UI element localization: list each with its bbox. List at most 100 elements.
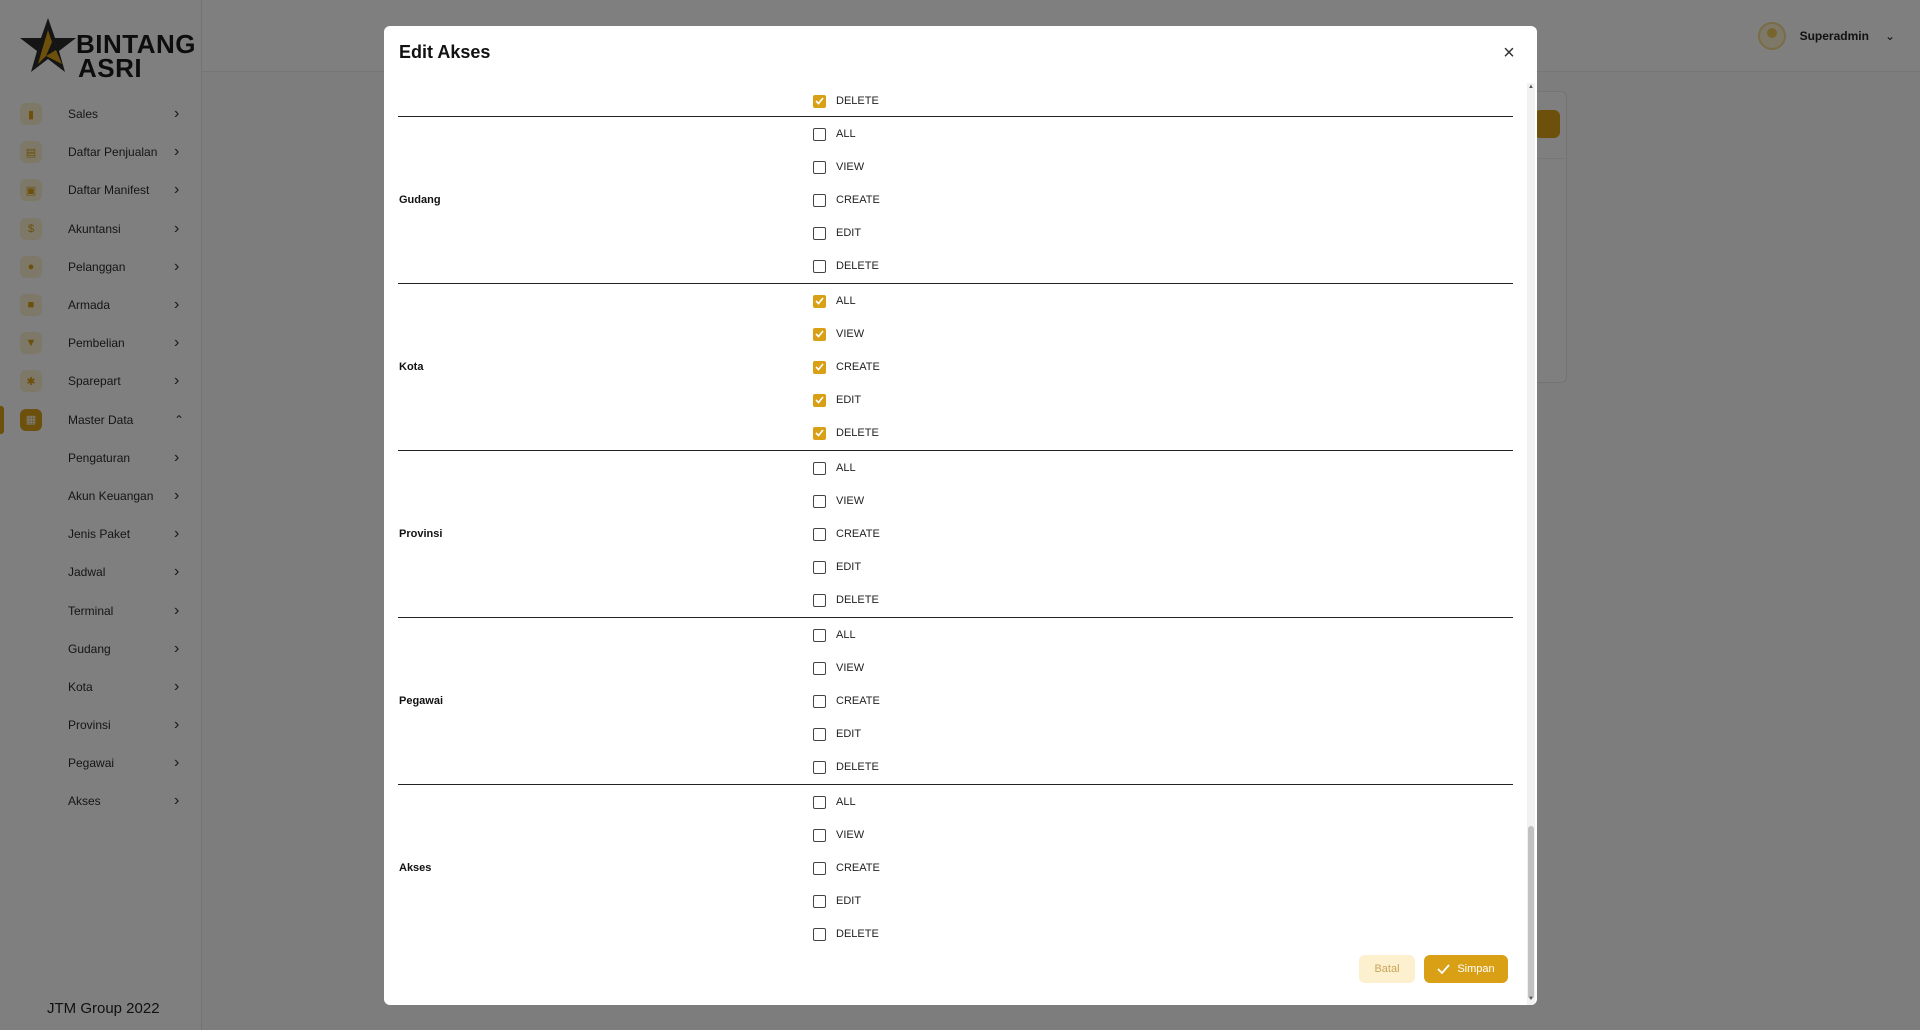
checkbox-checked-icon[interactable] xyxy=(813,393,826,407)
scrollbar-thumb[interactable] xyxy=(1528,826,1534,999)
permission-all-checkbox[interactable]: ALL xyxy=(813,460,856,476)
permission-delete-checkbox[interactable]: DELETE xyxy=(813,425,879,441)
permission-label: CREATE xyxy=(836,528,880,540)
permission-label: ALL xyxy=(836,128,856,140)
permission-label: DELETE xyxy=(836,594,879,606)
permission-label: EDIT xyxy=(836,728,862,740)
permission-group: Kota ALL VIEW CREATE EDIT DELETE xyxy=(398,284,1513,451)
permission-label: DELETE xyxy=(836,260,879,272)
permission-group: DELETE xyxy=(398,83,1513,117)
permission-label: DELETE xyxy=(836,95,879,107)
permission-label: ALL xyxy=(836,796,856,808)
checkbox-unchecked-icon[interactable] xyxy=(813,628,826,642)
permission-label: DELETE xyxy=(836,928,879,940)
checkbox-unchecked-icon[interactable] xyxy=(813,193,826,207)
edit-akses-modal: Edit Akses × DELETE Gudang ALL VIEW CREATE ED… xyxy=(384,26,1537,1005)
permission-view-checkbox[interactable]: VIEW xyxy=(813,660,864,676)
permission-group: Gudang ALL VIEW CREATE EDIT DELETE xyxy=(398,117,1513,284)
permission-group: Pegawai ALL VIEW CREATE EDIT DELETE xyxy=(398,618,1513,785)
scroll-down-icon[interactable]: ▼ xyxy=(1528,996,1534,1002)
permission-create-checkbox[interactable]: CREATE xyxy=(813,359,880,375)
checkbox-unchecked-icon[interactable] xyxy=(813,226,826,240)
checkbox-unchecked-icon[interactable] xyxy=(813,494,826,508)
permission-list: DELETE Gudang ALL VIEW CREATE EDIT DELETE Kota A… xyxy=(398,83,1513,978)
permission-delete-checkbox[interactable]: DELETE xyxy=(813,258,879,274)
permission-edit-checkbox[interactable]: EDIT xyxy=(813,726,861,742)
permission-label: CREATE xyxy=(836,695,880,707)
permission-label: EDIT xyxy=(836,227,862,239)
checkbox-unchecked-icon[interactable] xyxy=(813,527,826,541)
checkbox-unchecked-icon[interactable] xyxy=(813,927,826,941)
permission-view-checkbox[interactable]: VIEW xyxy=(813,493,864,509)
checkbox-checked-icon[interactable] xyxy=(813,327,826,341)
permission-all-checkbox[interactable]: ALL xyxy=(813,126,856,142)
permission-view-checkbox[interactable]: VIEW xyxy=(813,326,864,342)
permission-edit-checkbox[interactable]: EDIT xyxy=(813,225,861,241)
checkbox-checked-icon[interactable] xyxy=(813,360,826,374)
permission-delete-checkbox[interactable]: DELETE xyxy=(813,759,879,775)
permission-label: VIEW xyxy=(836,829,865,841)
permission-create-checkbox[interactable]: CREATE xyxy=(813,192,880,208)
permission-group-name: Akses xyxy=(399,861,432,874)
permission-label: DELETE xyxy=(836,427,879,439)
permission-create-checkbox[interactable]: CREATE xyxy=(813,526,880,542)
permission-create-checkbox[interactable]: CREATE xyxy=(813,860,880,876)
permission-group: Provinsi ALL VIEW CREATE EDIT DELETE xyxy=(398,451,1513,618)
checkbox-unchecked-icon[interactable] xyxy=(813,661,826,675)
check-icon xyxy=(1437,964,1451,974)
checkbox-unchecked-icon[interactable] xyxy=(813,259,826,273)
permission-group-name: Kota xyxy=(399,360,424,373)
checkbox-unchecked-icon[interactable] xyxy=(813,727,826,741)
checkbox-unchecked-icon[interactable] xyxy=(813,760,826,774)
permission-delete-checkbox[interactable]: DELETE xyxy=(813,926,879,942)
modal-title: Edit Akses xyxy=(399,42,491,62)
checkbox-unchecked-icon[interactable] xyxy=(813,861,826,875)
permission-all-checkbox[interactable]: ALL xyxy=(813,794,856,810)
checkbox-unchecked-icon[interactable] xyxy=(813,461,826,475)
permission-label: VIEW xyxy=(836,161,865,173)
permission-group-name: Gudang xyxy=(399,193,441,206)
permission-label: ALL xyxy=(836,629,856,641)
permission-delete-checkbox[interactable]: DELETE xyxy=(813,592,879,608)
checkbox-unchecked-icon[interactable] xyxy=(813,795,826,809)
permission-label: VIEW xyxy=(836,662,865,674)
permission-label: EDIT xyxy=(836,394,862,406)
checkbox-unchecked-icon[interactable] xyxy=(813,160,826,174)
checkbox-unchecked-icon[interactable] xyxy=(813,560,826,574)
permission-group: Akses ALL VIEW CREATE EDIT DELETE xyxy=(398,785,1513,952)
permission-label: EDIT xyxy=(836,561,862,573)
checkbox-checked-icon[interactable] xyxy=(813,294,826,308)
checkbox-unchecked-icon[interactable] xyxy=(813,694,826,708)
permission-label: EDIT xyxy=(836,895,862,907)
permission-edit-checkbox[interactable]: EDIT xyxy=(813,559,861,575)
permission-label: CREATE xyxy=(836,361,880,373)
permission-delete-checkbox[interactable]: DELETE xyxy=(813,93,879,109)
permission-view-checkbox[interactable]: VIEW xyxy=(813,827,864,843)
permission-edit-checkbox[interactable]: EDIT xyxy=(813,392,861,408)
permission-group-name: Provinsi xyxy=(399,527,443,540)
permission-edit-checkbox[interactable]: EDIT xyxy=(813,893,861,909)
permission-label: VIEW xyxy=(836,495,865,507)
checkbox-unchecked-icon[interactable] xyxy=(813,127,826,141)
permission-create-checkbox[interactable]: CREATE xyxy=(813,693,880,709)
permission-label: ALL xyxy=(836,295,856,307)
permission-label: ALL xyxy=(836,462,856,474)
permission-label: CREATE xyxy=(836,194,880,206)
save-button-label: Simpan xyxy=(1457,963,1495,975)
checkbox-checked-icon[interactable] xyxy=(813,94,826,108)
permission-label: VIEW xyxy=(836,328,865,340)
permission-all-checkbox[interactable]: ALL xyxy=(813,627,856,643)
checkbox-unchecked-icon[interactable] xyxy=(813,593,826,607)
cancel-button[interactable]: Batal xyxy=(1359,955,1415,983)
permission-label: CREATE xyxy=(836,862,880,874)
permission-label: DELETE xyxy=(836,761,879,773)
permission-view-checkbox[interactable]: VIEW xyxy=(813,159,864,175)
checkbox-unchecked-icon[interactable] xyxy=(813,894,826,908)
permission-all-checkbox[interactable]: ALL xyxy=(813,293,856,309)
permission-group-name: Pegawai xyxy=(399,694,444,707)
close-icon[interactable]: × xyxy=(1499,43,1519,63)
checkbox-unchecked-icon[interactable] xyxy=(813,828,826,842)
save-button[interactable]: Simpan xyxy=(1424,955,1508,983)
checkbox-checked-icon[interactable] xyxy=(813,426,826,440)
scroll-up-icon[interactable]: ▲ xyxy=(1528,84,1534,90)
